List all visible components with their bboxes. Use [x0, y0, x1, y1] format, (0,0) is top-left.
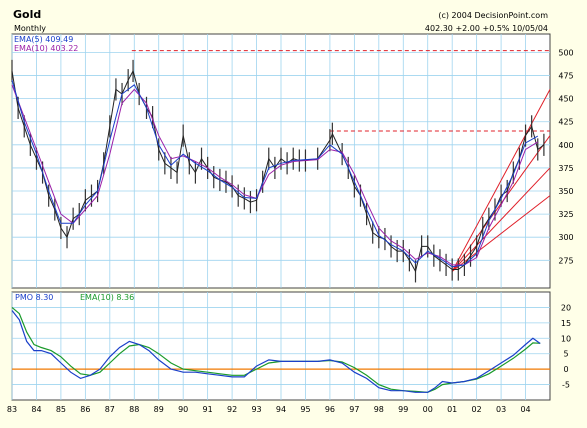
x-tick-label: 94	[276, 405, 286, 414]
x-tick-label: 88	[129, 405, 139, 414]
price-y-tick-label: 425	[558, 118, 573, 127]
price-y-tick-label: 475	[558, 72, 573, 81]
x-tick-label: 93	[251, 405, 261, 414]
pmo-y-tick-label: 10	[561, 334, 571, 343]
x-tick-label: 02	[472, 405, 482, 414]
price-y-tick-label: 275	[558, 256, 573, 265]
x-tick-label: 99	[398, 405, 408, 414]
x-tick-label: 92	[227, 405, 237, 414]
x-tick-label: 91	[203, 405, 213, 414]
legend-pmo-ema10: EMA(10) 8.36	[80, 293, 134, 302]
copyright-label: (c) 2004 DecisionPoint.com	[438, 11, 548, 20]
chart-title: Gold	[13, 8, 41, 21]
x-tick-label: 84	[31, 405, 41, 414]
price-y-tick-label: 350	[558, 187, 573, 196]
x-tick-label: 90	[178, 405, 188, 414]
x-tick-label: 03	[496, 405, 506, 414]
pmo-y-tick-label: 15	[561, 319, 571, 328]
price-y-tick-label: 450	[558, 95, 573, 104]
x-tick-label: 01	[447, 405, 457, 414]
pmo-y-tick-label: 20	[561, 303, 571, 312]
x-tick-label: 00	[423, 405, 433, 414]
x-tick-label: 85	[56, 405, 66, 414]
x-tick-label: 96	[325, 405, 335, 414]
price-y-tick-label: 375	[558, 164, 573, 173]
chart-svg: 83 84 85 86 87 88 89 90 91 92 93 94 95 96 97 98 99 00 01 02…	[0, 0, 587, 428]
price-y-tick-label: 500	[558, 48, 573, 57]
pmo-y-tick-label: -5	[562, 381, 570, 390]
x-tick-label: 04	[520, 405, 530, 414]
legend-ema5: EMA(5) 409.49	[14, 35, 73, 44]
x-tick-label: 98	[374, 405, 384, 414]
pmo-y-tick-label: 5	[563, 350, 568, 359]
x-tick-label: 97	[349, 405, 359, 414]
x-tick-label: 89	[154, 405, 164, 414]
price-y-tick-label: 325	[558, 210, 573, 219]
x-tick-label: 86	[80, 405, 90, 414]
x-tick-label: 95	[300, 405, 310, 414]
legend-ema10: EMA(10) 403.22	[14, 44, 78, 53]
legend-pmo: PMO 8.30	[15, 293, 53, 302]
period-label: Monthly	[14, 24, 46, 33]
pmo-y-tick-label: 0	[563, 365, 568, 374]
quote-readout: 402.30 +2.00 +0.5% 10/05/04	[425, 24, 548, 33]
x-tick-label: 87	[105, 405, 115, 414]
x-tick-label: 83	[7, 405, 17, 414]
chart-container: 83 84 85 86 87 88 89 90 91 92 93 94 95 96 97 98 99 00 01 02…	[0, 0, 587, 428]
price-y-tick-label: 400	[558, 141, 573, 150]
price-y-tick-label: 300	[558, 233, 573, 242]
